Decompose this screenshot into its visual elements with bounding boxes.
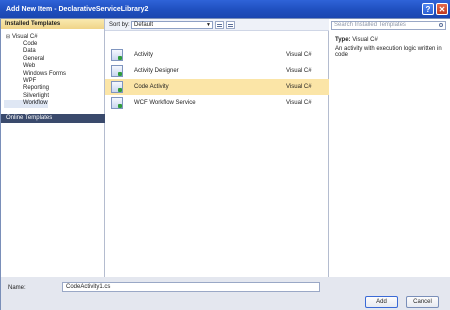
- sort-by-value: Default: [134, 22, 154, 28]
- help-button[interactable]: ?: [422, 3, 434, 15]
- details-panel: Search Installed Templates Type: Visual …: [329, 19, 450, 277]
- template-language: Visual C#: [286, 68, 312, 74]
- type-value: Visual C#: [352, 37, 378, 43]
- template-description: An activity with execution logic written…: [335, 46, 442, 58]
- tree-item-wpf[interactable]: WPF: [4, 78, 101, 85]
- details-view-icon: [228, 24, 233, 25]
- list-view-button[interactable]: [215, 21, 224, 29]
- tree-item-silverlight[interactable]: Silverlight: [4, 93, 101, 100]
- close-button[interactable]: ✕: [436, 3, 448, 15]
- tree-item-data[interactable]: Data: [4, 48, 101, 55]
- template-name: Code Activity: [134, 84, 169, 90]
- search-input[interactable]: Search Installed Templates: [331, 21, 446, 30]
- template-item-activity[interactable]: Activity Visual C#: [105, 47, 329, 63]
- name-value: CodeActivity1.cs: [66, 284, 111, 290]
- title-bar: Add New Item - DeclarativeServiceLibrary…: [0, 0, 450, 18]
- activity-icon: [111, 49, 123, 61]
- installed-templates-header[interactable]: Installed Templates: [1, 19, 104, 29]
- list-toolbar: Sort by: Default ▼: [105, 19, 329, 31]
- template-name: Activity: [134, 52, 154, 58]
- wcf-workflow-service-icon: [111, 97, 123, 109]
- type-label: Type:: [335, 37, 351, 43]
- tree-item-code[interactable]: Code: [4, 41, 101, 48]
- add-button-label: Add: [376, 299, 387, 305]
- template-name: Activity Designer: [134, 68, 179, 74]
- online-templates-header[interactable]: Online Templates: [1, 114, 105, 123]
- name-field[interactable]: CodeActivity1.cs: [62, 282, 320, 292]
- tree-node-label: Visual C#: [12, 34, 38, 40]
- list-view-icon: [217, 24, 222, 25]
- template-list: Activity Visual C# Activity Designer Vis…: [105, 47, 329, 111]
- sort-by-dropdown[interactable]: Default ▼: [131, 21, 213, 29]
- template-language: Visual C#: [286, 52, 312, 58]
- dialog-body: Installed Templates ⊟ Visual C# Code Dat…: [0, 18, 450, 310]
- template-name: WCF Workflow Service: [134, 100, 196, 106]
- tree-item-reporting[interactable]: Reporting: [4, 85, 101, 92]
- template-list-panel: Sort by: Default ▼ Activity Visual C# Ac…: [105, 19, 329, 277]
- tree-item-windows-forms[interactable]: Windows Forms: [4, 71, 101, 78]
- tree-item-web[interactable]: Web: [4, 63, 101, 70]
- code-activity-icon: [111, 81, 123, 93]
- search-placeholder: Search Installed Templates: [334, 22, 406, 28]
- tree-node-visual-csharp[interactable]: ⊟ Visual C#: [4, 33, 101, 41]
- template-tree: ⊟ Visual C# Code Data General Web Window…: [1, 29, 104, 108]
- template-item-code-activity[interactable]: Code Activity Visual C#: [105, 79, 329, 95]
- window-title: Add New Item - DeclarativeServiceLibrary…: [6, 5, 149, 13]
- name-label: Name:: [8, 285, 26, 291]
- search-icon[interactable]: [439, 23, 443, 27]
- template-item-wcf-workflow-service[interactable]: WCF Workflow Service Visual C#: [105, 95, 329, 111]
- cancel-button-label: Cancel: [413, 299, 432, 305]
- dialog-footer: Name: CodeActivity1.cs Add Cancel: [1, 277, 450, 310]
- tree-item-workflow[interactable]: Workflow: [4, 100, 48, 108]
- details-view-button[interactable]: [226, 21, 235, 29]
- template-item-activity-designer[interactable]: Activity Designer Visual C#: [105, 63, 329, 79]
- template-tree-panel: Installed Templates ⊟ Visual C# Code Dat…: [1, 19, 105, 277]
- add-button[interactable]: Add: [365, 296, 398, 308]
- activity-designer-icon: [111, 65, 123, 77]
- tree-item-general[interactable]: General: [4, 56, 101, 63]
- type-line: Type: Visual C#: [335, 37, 378, 43]
- help-icon: ?: [425, 4, 431, 14]
- collapse-icon[interactable]: ⊟: [4, 34, 12, 40]
- chevron-down-icon: ▼: [206, 22, 211, 28]
- template-language: Visual C#: [286, 100, 312, 106]
- close-icon: ✕: [438, 4, 446, 14]
- cancel-button[interactable]: Cancel: [406, 296, 439, 308]
- template-language: Visual C#: [286, 84, 312, 90]
- sort-by-label: Sort by:: [109, 22, 130, 28]
